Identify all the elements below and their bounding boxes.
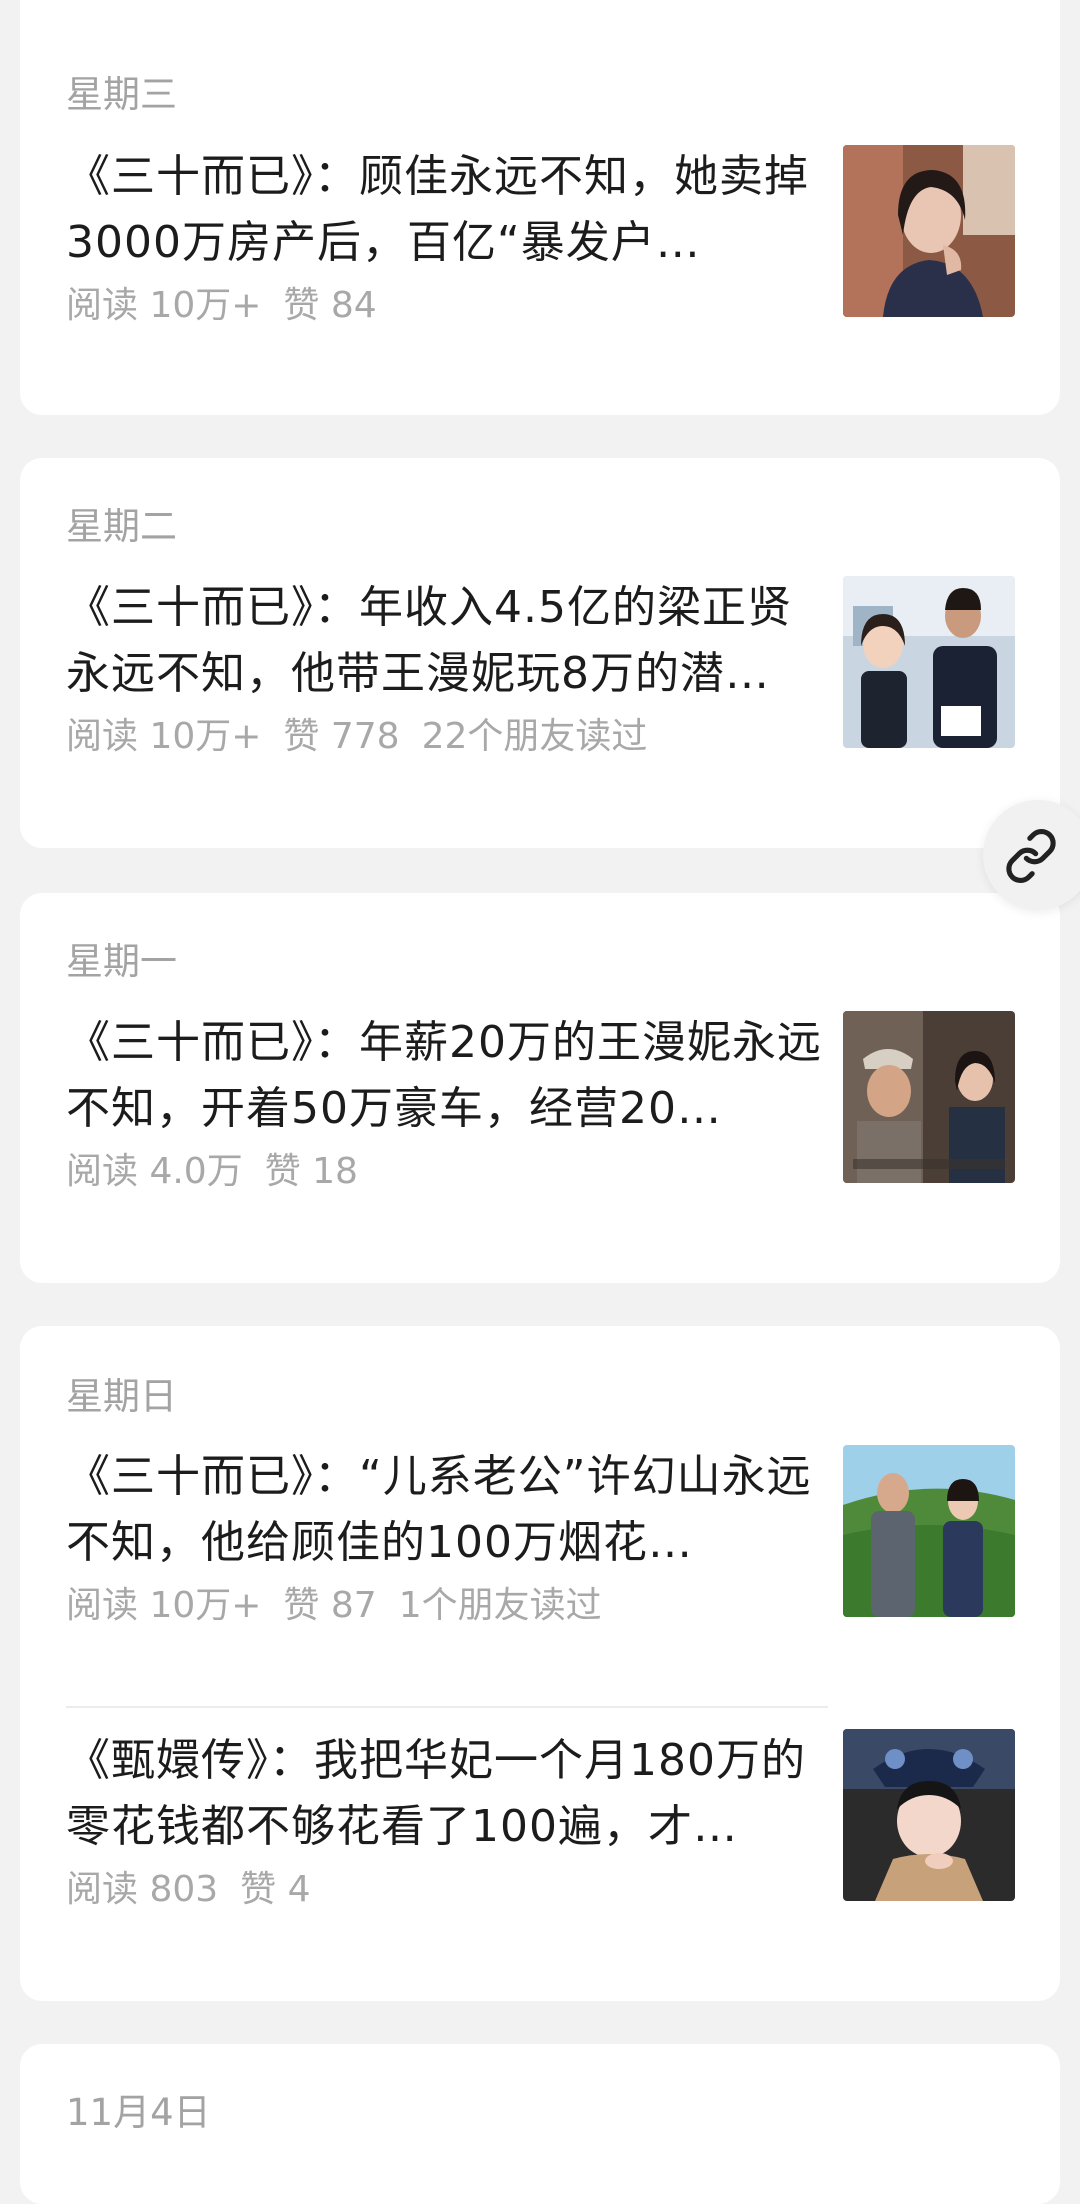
- day-label: 星期三: [66, 73, 177, 116]
- article-stats: 阅读 10万+ 赞 84: [66, 288, 399, 324]
- day-group-card: 星期三 《三十而已》：顾佳永远不知，她卖掉3000万房产后，百亿“暴发户… 阅读…: [20, 0, 1060, 415]
- article-title[interactable]: 《三十而已》：顾佳永远不知，她卖掉3000万房产后，百亿“暴发户…: [66, 144, 836, 276]
- article-thumbnail[interactable]: [843, 1011, 1015, 1183]
- article-title[interactable]: 《三十而已》：“儿系老公”许幻山永远不知，他给顾佳的100万烟花…: [66, 1444, 836, 1576]
- like-count: 赞 18: [264, 1151, 358, 1192]
- link-icon: [1006, 829, 1056, 883]
- article-title[interactable]: 《甄嬛传》：我把华妃一个月180万的零花钱都不够花看了100遍，才…: [66, 1728, 836, 1860]
- article-item[interactable]: 《三十而已》：年收入4.5亿的梁正贤永远不知，他带王漫妮玩8万的潜… 阅读 10…: [20, 575, 1060, 815]
- article-stats: 阅读 10万+ 赞 87 1个朋友读过: [66, 1588, 624, 1624]
- article-item[interactable]: 《甄嬛传》：我把华妃一个月180万的零花钱都不够花看了100遍，才… 阅读 80…: [20, 1728, 1060, 1968]
- day-group-card: 星期日 《三十而已》：“儿系老公”许幻山永远不知，他给顾佳的100万烟花… 阅读…: [20, 1326, 1060, 2001]
- article-title[interactable]: 《三十而已》：年薪20万的王漫妮永远不知，开着50万豪车，经营20…: [66, 1010, 836, 1142]
- article-thumbnail[interactable]: [843, 576, 1015, 748]
- divider: [66, 1706, 828, 1708]
- article-item[interactable]: 《三十而已》：“儿系老公”许幻山永远不知，他给顾佳的100万烟花… 阅读 10万…: [20, 1444, 1060, 1684]
- read-count: 阅读 10万+: [66, 716, 262, 757]
- day-label: 星期二: [66, 505, 177, 548]
- like-count: 赞 84: [283, 285, 377, 326]
- article-thumbnail[interactable]: [843, 1445, 1015, 1617]
- read-count: 阅读 803: [66, 1869, 219, 1910]
- day-group-card: 11月4日: [20, 2044, 1060, 2204]
- article-thumbnail[interactable]: [843, 145, 1015, 317]
- article-item[interactable]: 《三十而已》：年薪20万的王漫妮永远不知，开着50万豪车，经营20… 阅读 4.…: [20, 1010, 1060, 1250]
- article-thumbnail[interactable]: [843, 1729, 1015, 1901]
- like-count: 赞 87: [283, 1585, 377, 1626]
- day-group-card: 星期二 《三十而已》：年收入4.5亿的梁正贤永远不知，他带王漫妮玩8万的潜… 阅…: [20, 458, 1060, 848]
- article-title[interactable]: 《三十而已》：年收入4.5亿的梁正贤永远不知，他带王漫妮玩8万的潜…: [66, 575, 836, 707]
- day-label: 星期日: [66, 1375, 177, 1418]
- day-label: 星期一: [66, 940, 177, 983]
- article-stats: 阅读 4.0万赞 18: [66, 1154, 380, 1190]
- day-label: 11月4日: [66, 2091, 211, 2134]
- article-stats: 阅读 10万+ 赞 778 22个朋友读过: [66, 719, 669, 755]
- day-group-card: 星期一 《三十而已》：年薪20万的王漫妮永远不知，开着50万豪车，经营20… 阅…: [20, 893, 1060, 1283]
- article-item[interactable]: 《三十而已》：顾佳永远不知，她卖掉3000万房产后，百亿“暴发户… 阅读 10万…: [20, 144, 1060, 384]
- article-stats: 阅读 803 赞 4: [66, 1872, 333, 1908]
- friends-read: 1个朋友读过: [398, 1585, 602, 1626]
- like-count: 赞 4: [240, 1869, 311, 1910]
- read-count: 阅读 10万+: [66, 1585, 262, 1626]
- read-count: 阅读 10万+: [66, 285, 262, 326]
- friends-read: 22个朋友读过: [421, 716, 648, 757]
- read-count: 阅读 4.0万: [66, 1151, 243, 1192]
- like-count: 赞 778: [283, 716, 400, 757]
